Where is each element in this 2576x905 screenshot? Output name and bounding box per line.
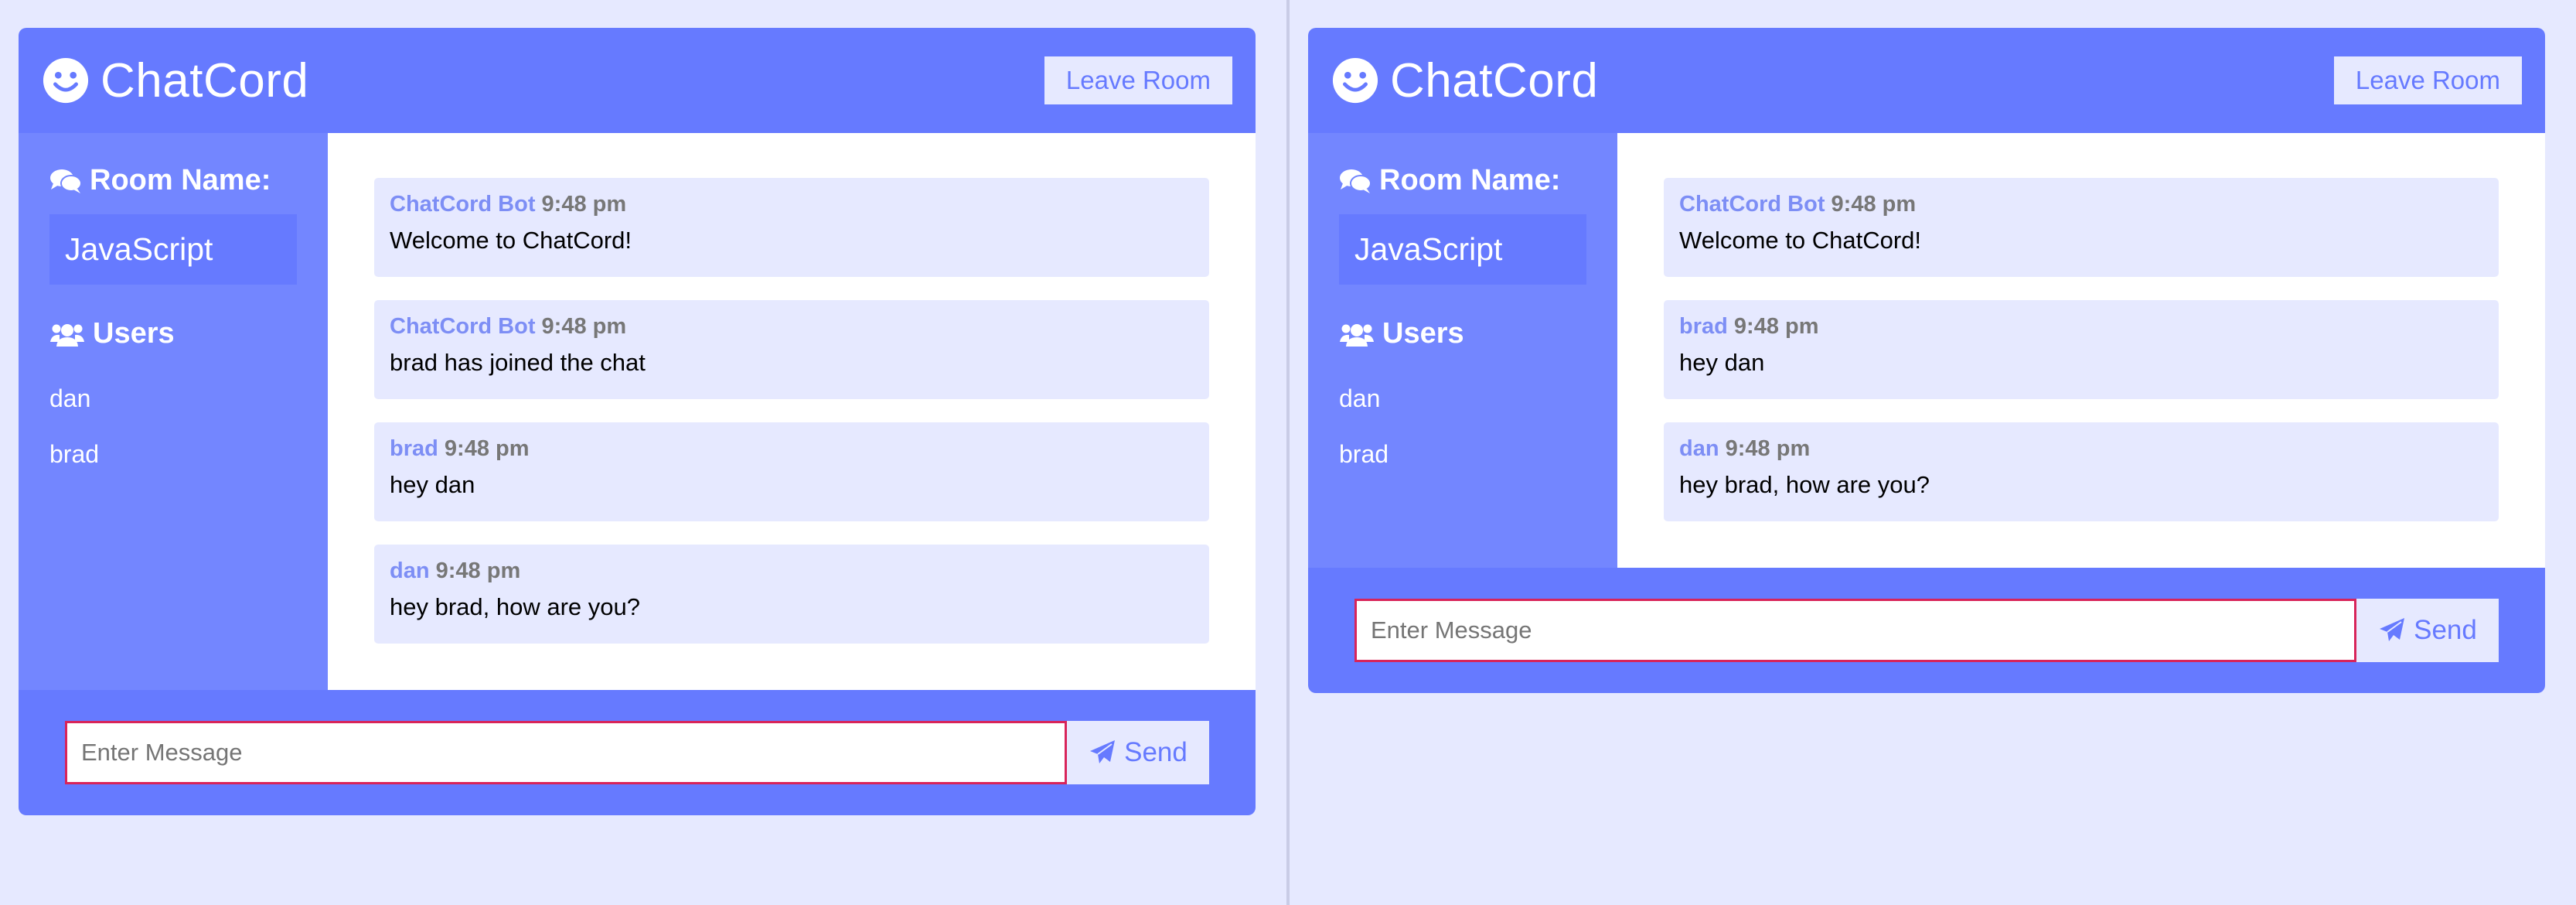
- message-meta: ChatCord Bot 9:48 pm: [1679, 192, 2483, 217]
- message-text: hey dan: [390, 471, 475, 498]
- message-meta: dan 9:48 pm: [1679, 436, 2483, 462]
- paper-plane-icon: [1090, 740, 1116, 763]
- room-name: JavaScript: [1339, 214, 1586, 285]
- message-user: ChatCord Bot: [390, 192, 536, 217]
- user-item: dan: [49, 384, 91, 412]
- leave-room-button[interactable]: Leave Room: [1044, 56, 1232, 104]
- users-list: dan brad: [49, 371, 297, 469]
- brand-title: ChatCord: [1390, 53, 1599, 108]
- room-name: JavaScript: [49, 214, 297, 285]
- message-meta: brad 9:48 pm: [390, 436, 1194, 462]
- users-heading: Users: [49, 317, 297, 350]
- message-meta: ChatCord Bot 9:48 pm: [390, 314, 1194, 340]
- message-input[interactable]: [1354, 599, 2356, 662]
- users-heading-label: Users: [93, 317, 175, 350]
- chat-container: ChatCord Leave Room Room Name: JavaScrip…: [1308, 28, 2545, 693]
- users-icon: [50, 323, 84, 347]
- message-text: Welcome to ChatCord!: [390, 227, 632, 254]
- message-time: 9:48 pm: [541, 192, 627, 217]
- chat-form: Send: [19, 690, 1256, 815]
- brand: ChatCord: [1331, 53, 1598, 108]
- message-time: 9:48 pm: [1725, 436, 1811, 461]
- user-item: brad: [1339, 440, 1389, 468]
- users-section: Users dan brad: [49, 317, 297, 469]
- room-heading-label: Room Name:: [90, 164, 271, 196]
- brand: ChatCord: [42, 53, 308, 108]
- message: ChatCord Bot 9:48 pm brad has joined the…: [374, 300, 1209, 399]
- message-text: brad has joined the chat: [390, 349, 646, 376]
- user-item: brad: [49, 440, 100, 468]
- paper-plane-icon: [2380, 618, 2405, 641]
- send-label: Send: [2414, 615, 2477, 645]
- message-text: Welcome to ChatCord!: [1679, 227, 1921, 254]
- message-time: 9:48 pm: [541, 314, 627, 339]
- brand-title: ChatCord: [101, 53, 309, 108]
- room-heading: Room Name:: [49, 164, 297, 197]
- message-user: ChatCord Bot: [1679, 192, 1825, 217]
- users-heading: Users: [1339, 317, 1586, 350]
- browser-window-right: ChatCord Leave Room Room Name: JavaScrip…: [1290, 0, 2576, 905]
- message-meta: ChatCord Bot 9:48 pm: [390, 192, 1194, 217]
- message: ChatCord Bot 9:48 pm Welcome to ChatCord…: [1664, 178, 2499, 277]
- message-user: dan: [1679, 436, 1719, 461]
- send-button[interactable]: Send: [1067, 721, 1209, 784]
- message-meta: dan 9:48 pm: [390, 558, 1194, 584]
- comments-icon: [1340, 169, 1371, 193]
- message: brad 9:48 pm hey dan: [1664, 300, 2499, 399]
- chat-main: Room Name: JavaScript Users dan brad Cha…: [19, 133, 1256, 690]
- chat-header: ChatCord Leave Room: [1308, 28, 2545, 133]
- chat-container: ChatCord Leave Room Room Name: JavaScrip…: [19, 28, 1256, 815]
- message-user: brad: [1679, 314, 1728, 339]
- sidebar: Room Name: JavaScript Users dan brad: [1308, 133, 1617, 568]
- send-label: Send: [1124, 737, 1187, 767]
- room-heading-label: Room Name:: [1379, 164, 1561, 196]
- smile-icon: [1332, 57, 1378, 104]
- message-meta: brad 9:48 pm: [1679, 314, 2483, 340]
- room-heading: Room Name:: [1339, 164, 1586, 197]
- message-user: ChatCord Bot: [390, 314, 536, 339]
- users-icon: [1340, 323, 1374, 347]
- message-text: hey brad, how are you?: [390, 593, 640, 620]
- chat-form: Send: [1308, 568, 2545, 693]
- message-text: hey dan: [1679, 349, 1765, 376]
- message-user: dan: [390, 558, 430, 583]
- message: ChatCord Bot 9:48 pm Welcome to ChatCord…: [374, 178, 1209, 277]
- comments-icon: [50, 169, 82, 193]
- message-time: 9:48 pm: [1733, 314, 1819, 339]
- message: dan 9:48 pm hey brad, how are you?: [374, 545, 1209, 644]
- users-heading-label: Users: [1382, 317, 1464, 350]
- user-item: dan: [1339, 384, 1381, 412]
- smile-icon: [43, 57, 89, 104]
- message-time: 9:48 pm: [444, 436, 530, 461]
- message-user: brad: [390, 436, 438, 461]
- chat-messages[interactable]: ChatCord Bot 9:48 pm Welcome to ChatCord…: [1617, 133, 2545, 568]
- users-section: Users dan brad: [1339, 317, 1586, 469]
- users-list: dan brad: [1339, 371, 1586, 469]
- leave-room-button[interactable]: Leave Room: [2333, 56, 2522, 104]
- message-time: 9:48 pm: [435, 558, 521, 583]
- message-text: hey brad, how are you?: [1679, 471, 1930, 498]
- browser-window-left: ChatCord Leave Room Room Name: JavaScrip…: [0, 0, 1286, 905]
- message-input[interactable]: [65, 721, 1067, 784]
- sidebar: Room Name: JavaScript Users dan brad: [19, 133, 328, 690]
- message: brad 9:48 pm hey dan: [374, 422, 1209, 521]
- send-button[interactable]: Send: [2356, 599, 2499, 662]
- chat-main: Room Name: JavaScript Users dan brad Cha…: [1308, 133, 2545, 568]
- chat-messages[interactable]: ChatCord Bot 9:48 pm Welcome to ChatCord…: [328, 133, 1256, 690]
- message-time: 9:48 pm: [1831, 192, 1917, 217]
- message: dan 9:48 pm hey brad, how are you?: [1664, 422, 2499, 521]
- chat-header: ChatCord Leave Room: [19, 28, 1256, 133]
